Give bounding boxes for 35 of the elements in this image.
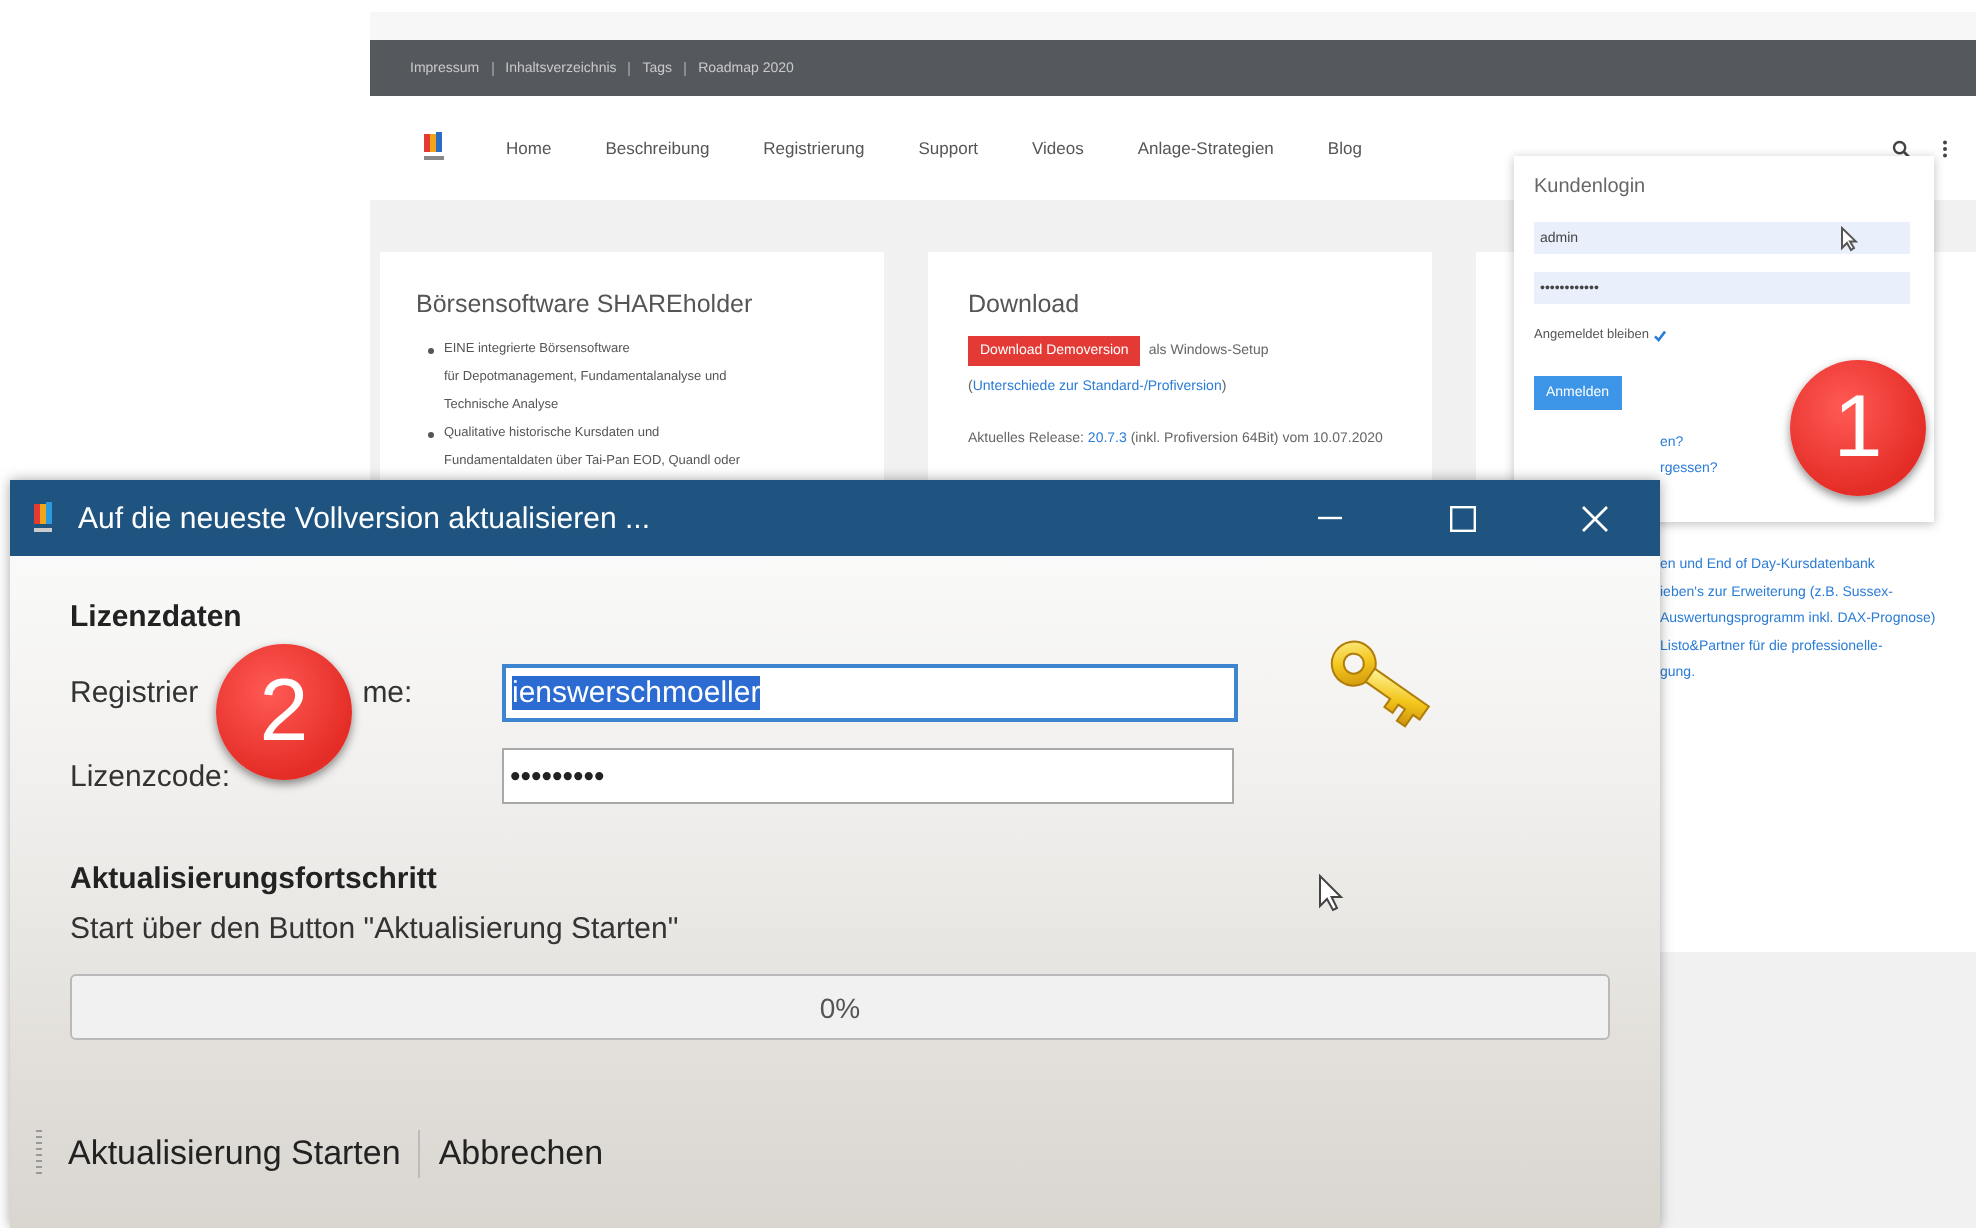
card-title: Börsensoftware SHAREholder [416, 290, 755, 318]
field-label: me: [362, 675, 413, 709]
field-value: ienswerschmoeller [512, 675, 761, 709]
search-icon[interactable] [1892, 139, 1910, 157]
bullet-icon [428, 347, 434, 353]
nav-link[interactable]: Registrierung [763, 138, 865, 158]
nav-link[interactable]: Anlage-Strategien [1137, 138, 1274, 158]
window-title: Auf die neueste Vollversion aktualisieren ... [78, 501, 653, 535]
start-button[interactable]: Aktualisierung Starten [58, 1130, 411, 1178]
close-icon [1581, 505, 1607, 531]
hint-text: Start über den Button "Aktualisierung Starten" [70, 912, 681, 946]
login-title: Kundenlogin [1534, 176, 1648, 198]
check-icon[interactable] [1654, 329, 1667, 341]
cursor-icon [1318, 874, 1344, 912]
cursor-icon [1840, 226, 1858, 252]
more-icon[interactable] [1942, 139, 1948, 157]
maximize-icon [1449, 505, 1475, 531]
field-value: ••••••••• [510, 759, 605, 793]
field-label: Registrier [70, 675, 199, 709]
nav-link[interactable]: Blog [1327, 138, 1362, 158]
nav-link[interactable]: Support [918, 138, 979, 158]
bullet-icon [428, 431, 434, 437]
nav-link[interactable]: Beschreibung [605, 138, 710, 158]
logo-icon[interactable] [422, 132, 446, 164]
section-heading: Aktualisierungsfortschritt [70, 862, 437, 896]
section-heading: Lizenzdaten [70, 600, 242, 634]
app-icon [34, 502, 54, 534]
progress-reading: 0% [819, 991, 861, 1023]
nav-link[interactable]: Home [506, 138, 552, 158]
input-field[interactable]: ienswerschmoeller [502, 663, 1238, 721]
input-field[interactable]: ••••••••• [502, 748, 1234, 804]
nav-link[interactable]: Videos [1032, 138, 1084, 158]
minimize-icon [1318, 516, 1342, 520]
card-title: Download [968, 290, 1082, 318]
cancel-button[interactable]: Abbrechen [428, 1130, 614, 1178]
